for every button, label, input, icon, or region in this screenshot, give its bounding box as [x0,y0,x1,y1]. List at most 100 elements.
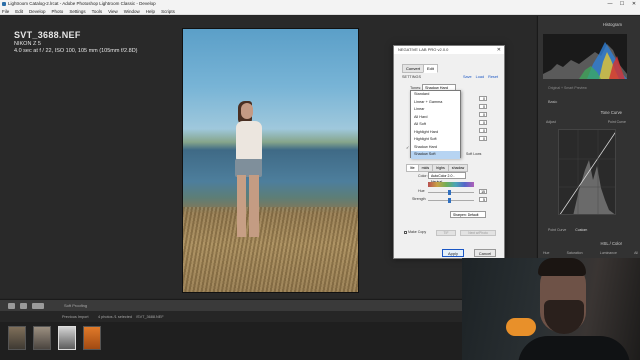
tone-option-shadow-soft[interactable]: Shadow Soft [411,151,460,159]
tone-option-linear[interactable]: Linear [411,106,460,114]
filmstrip-path: /SVT_3688.NEF [136,315,164,319]
filmstrip-thumb[interactable] [8,326,26,350]
tab-edit[interactable]: Edit [423,64,438,73]
menu-file[interactable]: File [2,8,9,14]
reset-link[interactable]: Reset [488,75,498,79]
menu-tools[interactable]: Tools [92,8,103,14]
tone-value-field[interactable]: 0 [479,104,487,109]
subtab-shadow[interactable]: shadow [447,164,469,172]
tone-value-field[interactable]: 0 [479,120,487,125]
tone-curve-title[interactable]: Tone Curve [601,110,622,115]
strength-slider-thumb[interactable] [448,198,451,203]
sharpen-select[interactable]: Sharpen: Default [450,211,486,218]
tone-value-field[interactable]: 0 [479,96,487,101]
color-model-select[interactable]: AutoColor 2.0 - Neutral [428,172,466,184]
menu-view[interactable]: View [108,8,118,14]
menu-scripts[interactable]: Scripts [161,8,175,14]
subtab-highs[interactable]: highs [432,164,449,172]
window-title: Lightroom Catalog-2.lrcat - Adobe Photos… [8,1,156,6]
hsl-tabs: Hue Saturation Luminance All [543,251,638,255]
photo-info-overlay: SVT_3688.NEF NIKON Z 5 4.0 sec at f / 22… [14,30,138,54]
minimize-button[interactable]: — [604,0,616,8]
tone-curve-graph[interactable] [558,129,616,215]
point-curve-select[interactable]: Custom [575,228,587,232]
soft-lows-label: Soft Lows [466,152,482,156]
hsl-tab-luminance[interactable]: Luminance [600,251,617,255]
nlp-title-bar: NEGATIVE LAB PRO v2.0.0 ✕ [394,46,504,54]
microphone-icon [506,318,536,336]
save-link[interactable]: Save [463,75,472,79]
make-copy-label: Make Copy [408,230,427,234]
histogram-info: Original + Smart Preview [548,86,587,90]
presenter-hair [538,258,586,276]
tone-value-field[interactable]: 0 [479,136,487,141]
lightroom-screen: Lightroom Catalog-2.lrcat - Adobe Photos… [0,0,640,360]
tone-option-highlight-hard[interactable]: Highlight Hard [411,129,460,137]
tone-option-linear-gamma[interactable]: Linear + Gamma [411,99,460,107]
hue-slider-thumb[interactable] [448,190,451,195]
tab-convert[interactable]: Convert [402,64,425,73]
photo-filename: SVT_3688.NEF [14,30,81,40]
make-copy-box[interactable] [404,230,407,234]
strength-slider[interactable] [428,198,474,203]
next-with-photo-button[interactable]: Next w/Photo [460,230,496,236]
subtab-mids[interactable]: mids [417,164,434,172]
tone-curve-adjust-label[interactable]: Adjust [546,120,556,124]
photo-grass [183,207,358,292]
strength-value-field[interactable]: 5 [479,197,487,202]
menu-window[interactable]: Window [124,8,140,14]
tone-value-field[interactable]: 0 [479,128,487,133]
develop-toolbar: Soft Proofing [0,299,536,311]
hue-spectrum-bar [428,182,474,187]
filmstrip-thumb[interactable] [33,326,51,350]
filmstrip-source[interactable]: Previous Import [62,315,89,319]
main-photo[interactable] [182,28,359,293]
apply-button[interactable]: Apply [442,249,464,257]
filmstrip [0,322,464,360]
tone-option-all-soft[interactable]: All Soft [411,121,460,129]
make-copy-checkbox[interactable]: Make Copy [404,230,426,234]
hsl-title[interactable]: HSL / Color [601,241,623,246]
tone-option-standard[interactable]: Standard [411,91,460,99]
settings-label: SETTINGS [402,75,421,79]
hsl-tab-all[interactable]: All [634,251,638,255]
close-window-button[interactable]: ✕ [628,0,640,8]
loupe-view-icon[interactable] [8,303,15,309]
tone-option-shadow-hard[interactable]: Shadow Hard [406,144,460,152]
point-curve-row: Point Curve Custom [548,228,587,232]
load-link[interactable]: Load [476,75,484,79]
menu-bar: File Edit Develop Photo Settings Tools V… [0,8,640,15]
hsl-tab-saturation[interactable]: Saturation [567,251,583,255]
menu-develop[interactable]: Develop [29,8,46,14]
nlp-color-subtabs: lite mids highs shadow [406,164,469,172]
tif-button[interactable]: TIF [436,230,456,236]
soft-proofing-toggle[interactable]: Soft Proofing [64,303,87,308]
histogram-title[interactable]: Histogram [603,22,622,27]
hsl-tab-hue[interactable]: Hue [543,251,549,255]
filmstrip-thumb-selected[interactable] [58,326,76,350]
tones-dropdown-list: Standard Linear + Gamma Linear All Hard … [406,90,461,159]
compare-view-icon[interactable] [32,303,44,309]
tone-curve-point-label[interactable]: Point Curve [608,120,626,124]
hue-label: Hue [418,189,425,193]
cancel-button[interactable]: Cancel [474,249,496,257]
maximize-button[interactable]: ☐ [616,0,628,8]
menu-edit[interactable]: Edit [15,8,23,14]
strength-label: Strength [412,197,426,201]
tone-option-all-hard[interactable]: All Hard [411,114,460,122]
tone-value-field[interactable]: 0 [479,112,487,117]
menu-help[interactable]: Help [146,8,155,14]
tone-curve-svg [559,130,615,214]
hue-slider[interactable] [428,190,474,195]
menu-photo[interactable]: Photo [52,8,64,14]
nlp-close-button[interactable]: ✕ [497,46,501,54]
histogram[interactable] [543,34,627,79]
menu-settings[interactable]: Settings [69,8,85,14]
hue-value-field[interactable]: 15 [479,189,487,194]
basic-panel-header[interactable]: Basic [548,100,557,104]
title-bar: Lightroom Catalog-2.lrcat - Adobe Photos… [0,0,640,8]
tone-option-highlight-soft[interactable]: Highlight Soft [411,136,460,144]
before-after-icon[interactable] [20,303,27,309]
filmstrip-thumb[interactable] [83,326,101,350]
point-curve-label: Point Curve [548,228,567,232]
